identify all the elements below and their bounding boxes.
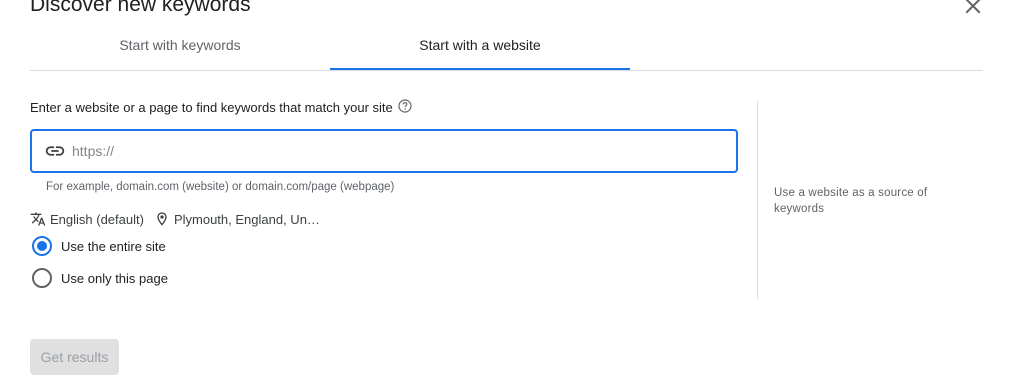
dialog-title: Discover new keywords — [30, 0, 251, 16]
targeting-settings: English (default) Plymouth, England, Un… — [30, 211, 320, 227]
tab-bar: Start with keywords Start with a website — [30, 22, 983, 71]
language-label: English (default) — [50, 211, 144, 227]
side-panel-description: Use a website as a source of keywords — [774, 187, 928, 215]
radio-button-unchecked[interactable] — [32, 268, 52, 288]
close-button[interactable] — [960, 0, 986, 18]
website-prompt-label: Enter a website or a page to find keywor… — [30, 100, 393, 115]
vertical-divider — [757, 101, 758, 299]
location-label: Plymouth, England, Un… — [173, 211, 320, 227]
location-pin-icon — [157, 212, 167, 226]
language-setting[interactable]: English (default) — [30, 211, 144, 227]
link-icon — [45, 146, 65, 156]
help-circle-icon[interactable] — [398, 98, 412, 113]
tab-start-with-keywords[interactable]: Start with keywords — [30, 22, 330, 68]
url-hint: For example, domain.com (website) or dom… — [46, 181, 395, 193]
website-prompt: Enter a website or a page to find keywor… — [30, 98, 742, 115]
keyword-planner-dialog: Discover new keywords Start with keyword… — [0, 0, 1018, 378]
website-url-input[interactable] — [70, 142, 674, 160]
radio-button-checked[interactable] — [32, 236, 52, 256]
radio-entire-site[interactable]: Use the entire site — [30, 236, 166, 256]
website-url-field[interactable] — [30, 129, 738, 173]
radio-this-page-only-label: Use only this page — [61, 270, 168, 286]
close-icon — [965, 0, 981, 14]
radio-this-page-only[interactable]: Use only this page — [30, 268, 168, 288]
translate-icon — [30, 212, 46, 226]
location-setting[interactable]: Plymouth, England, Un… — [154, 211, 320, 227]
website-form: Enter a website or a page to find keywor… — [30, 98, 742, 288]
tab-start-with-website[interactable]: Start with a website — [330, 22, 630, 70]
radio-dot — [37, 241, 47, 251]
get-results-button[interactable]: Get results — [30, 339, 119, 375]
radio-entire-site-label: Use the entire site — [61, 238, 166, 254]
